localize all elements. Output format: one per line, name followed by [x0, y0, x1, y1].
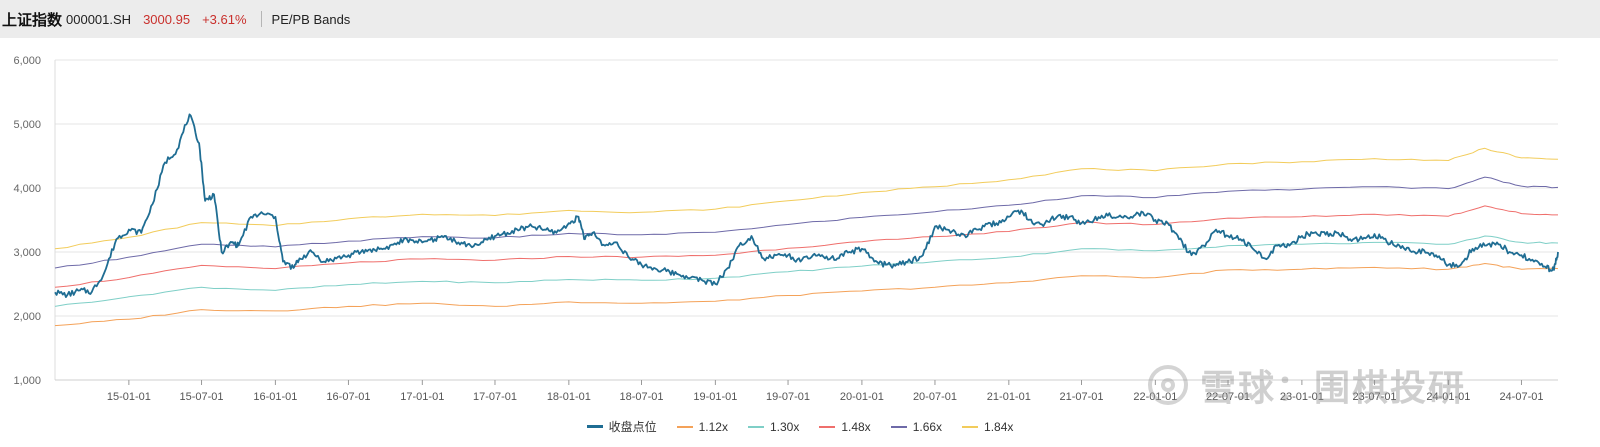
index-code: 000001.SH: [66, 11, 132, 27]
x-tick-label: 17-01-01: [400, 391, 444, 403]
band-line-1_66x: [54, 176, 1559, 269]
x-tick-label: 16-01-01: [253, 391, 297, 403]
y-tick-label: 5,000: [13, 119, 41, 131]
band-line-1_84x: [54, 147, 1559, 250]
legend-swatch: [962, 425, 979, 428]
legend-label: 1.12x: [698, 419, 728, 434]
pe-pb-bands-chart[interactable]: 1,000 2,000 3,000 4,000 5,000 6,000 15-01-01 15…: [0, 38, 1600, 418]
header-divider: [260, 11, 262, 27]
chart-title: PE/PB Bands: [271, 11, 351, 27]
y-tick-label: 6,000: [13, 55, 41, 67]
x-tick-label: 24-07-01: [1499, 391, 1543, 403]
legend-label: 1.48x: [841, 419, 871, 434]
legend-label: 1.66x: [912, 419, 943, 434]
legend-swatch: [819, 425, 836, 428]
x-tick-label: 16-07-01: [326, 391, 370, 403]
x-tick-label: 20-01-01: [840, 391, 884, 403]
x-tick-label: 15-07-01: [180, 391, 224, 403]
x-tick-label: 19-01-01: [693, 391, 737, 403]
header-bar: 上证指数 000001.SH 3000.95 +3.61% PE/PB Band…: [0, 0, 1600, 38]
index-price: 3000.95: [143, 11, 191, 27]
legend-swatch: [586, 425, 603, 428]
chart-legend: 收盘点位 1.12x 1.30x 1.48x 1.66x 1.84x: [0, 418, 1600, 435]
x-tick-label: 18-01-01: [547, 391, 591, 403]
legend-item[interactable]: 1.66x: [890, 418, 943, 435]
close-price-line: [54, 113, 1559, 298]
legend-item[interactable]: 1.48x: [819, 418, 871, 435]
x-tick-label: 24-01-01: [1426, 391, 1470, 403]
x-tick-label: 15-01-01: [107, 391, 151, 403]
x-tick-label: 19-07-01: [766, 391, 810, 403]
legend-item[interactable]: 1.30x: [747, 418, 800, 435]
index-name: 上证指数: [2, 11, 63, 29]
legend-label: 1.84x: [984, 419, 1014, 434]
index-change: +3.61%: [202, 11, 247, 27]
x-tick-label: 20-07-01: [913, 391, 957, 403]
legend-item[interactable]: 1.12x: [676, 418, 728, 435]
x-tick-label: 22-07-01: [1206, 391, 1250, 403]
x-tick-label: 21-01-01: [987, 391, 1031, 403]
x-tick-label: 23-01-01: [1280, 391, 1324, 403]
y-tick-label: 4,000: [13, 183, 41, 195]
legend-swatch: [747, 425, 764, 428]
y-tick-label: 1,000: [13, 375, 41, 387]
x-tick-label: 23-07-01: [1353, 391, 1397, 403]
x-tick-label: 17-07-01: [473, 391, 517, 403]
legend-swatch: [890, 425, 907, 428]
y-tick-label: 2,000: [13, 311, 41, 323]
legend-item[interactable]: 1.84x: [962, 418, 1013, 435]
x-tick-label: 21-07-01: [1059, 391, 1103, 403]
legend-label: 1.30x: [769, 419, 800, 434]
y-tick-label: 3,000: [13, 247, 41, 259]
legend-label: 收盘点位: [608, 420, 657, 434]
legend-swatch: [676, 425, 693, 428]
x-tick-label: 22-01-01: [1133, 391, 1177, 403]
legend-item[interactable]: 收盘点位: [586, 418, 657, 435]
x-tick-label: 18-07-01: [619, 391, 663, 403]
